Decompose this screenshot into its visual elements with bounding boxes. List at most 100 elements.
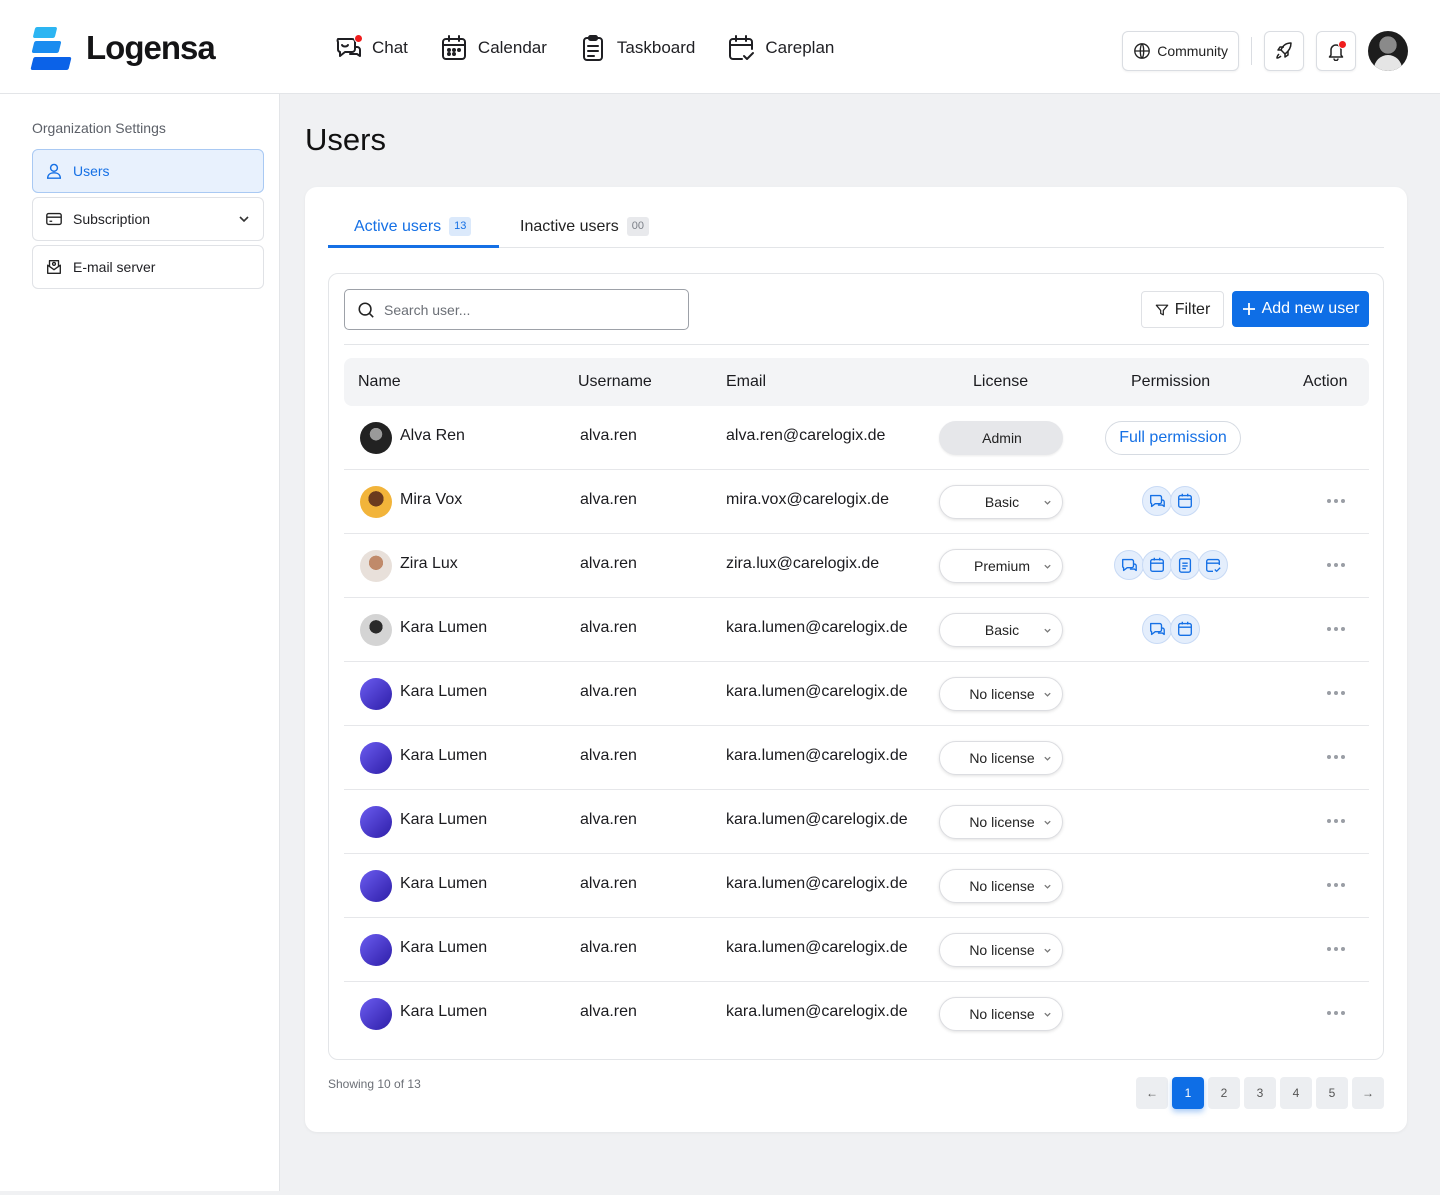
table-row[interactable]: Kara Lumen alva.ren kara.lumen@carelogix…: [344, 854, 1369, 918]
user-username: alva.ren: [580, 491, 637, 508]
license-badge: Admin: [939, 421, 1063, 455]
header-actions: Community: [1122, 31, 1408, 71]
chat-icon: [332, 32, 364, 64]
users-card: Active users 13 Inactive users 00 Search…: [305, 187, 1407, 1132]
table-row[interactable]: Kara Lumen alva.ren kara.lumen@carelogix…: [344, 598, 1369, 662]
license-select[interactable]: Premium: [939, 549, 1063, 583]
search-placeholder: Search user...: [384, 301, 471, 318]
license-select[interactable]: No license: [939, 933, 1063, 967]
launch-button[interactable]: [1264, 31, 1304, 71]
chat-permission-icon: [1142, 614, 1172, 644]
nav-item-calendar[interactable]: Calendar: [438, 32, 547, 64]
avatar: [360, 550, 392, 582]
user-name: Kara Lumen: [400, 939, 488, 956]
column-header-license[interactable]: License: [973, 373, 1028, 391]
table-row[interactable]: Kara Lumen alva.ren kara.lumen@carelogix…: [344, 790, 1369, 854]
filter-icon: [1155, 304, 1169, 315]
license-select[interactable]: No license: [939, 997, 1063, 1031]
user-username: alva.ren: [580, 683, 637, 700]
row-actions-menu[interactable]: [1327, 1011, 1345, 1015]
table-row[interactable]: Kara Lumen alva.ren kara.lumen@carelogix…: [344, 726, 1369, 790]
page-button-3[interactable]: 3: [1244, 1077, 1276, 1109]
license-select[interactable]: No license: [939, 741, 1063, 775]
user-name: Kara Lumen: [400, 1003, 488, 1020]
avatar: [360, 998, 392, 1030]
avatar: [360, 614, 392, 646]
search-input[interactable]: Search user...: [344, 289, 689, 330]
column-header-name[interactable]: Name: [358, 373, 401, 391]
sidebar-item-subscription[interactable]: Subscription: [32, 197, 264, 241]
permission-icons: [1142, 486, 1200, 516]
sidebar: Organization Settings Users Subscription…: [0, 94, 280, 1191]
license-select[interactable]: No license: [939, 869, 1063, 903]
sidebar-title: Organization Settings: [32, 120, 166, 136]
sidebar-item-email-server[interactable]: E-mail server: [32, 245, 264, 289]
nav-item-chat[interactable]: Chat: [332, 32, 408, 64]
sidebar-item-users[interactable]: Users: [32, 149, 264, 193]
logo[interactable]: Logensa: [30, 27, 216, 71]
chevron-down-icon: [1044, 564, 1051, 569]
notifications-button[interactable]: [1316, 31, 1356, 71]
row-actions-menu[interactable]: [1327, 499, 1345, 503]
add-new-user-button[interactable]: Add new user: [1232, 291, 1369, 327]
license-select[interactable]: No license: [939, 805, 1063, 839]
prev-page-button[interactable]: ←: [1136, 1077, 1168, 1109]
table-row[interactable]: Kara Lumen alva.ren kara.lumen@carelogix…: [344, 982, 1369, 1046]
tab-inactive-users[interactable]: Inactive users 00: [520, 215, 649, 248]
careplan-permission-icon: [1198, 550, 1228, 580]
user-email: kara.lumen@carelogix.de: [726, 619, 908, 636]
next-page-button[interactable]: →: [1352, 1077, 1384, 1109]
nav-item-label: Chat: [372, 38, 408, 57]
calendar-permission-icon: [1142, 550, 1172, 580]
column-header-email[interactable]: Email: [726, 373, 766, 391]
page-button-2[interactable]: 2: [1208, 1077, 1240, 1109]
avatar: [360, 486, 392, 518]
row-actions-menu[interactable]: [1327, 819, 1345, 823]
nav-item-careplan[interactable]: Careplan: [725, 32, 834, 64]
filter-button[interactable]: Filter: [1141, 291, 1224, 328]
user-email: kara.lumen@carelogix.de: [726, 811, 908, 828]
user-email: kara.lumen@carelogix.de: [726, 875, 908, 892]
row-actions-menu[interactable]: [1327, 755, 1345, 759]
sidebar-item-label: Users: [73, 163, 110, 179]
license-select[interactable]: Basic: [939, 485, 1063, 519]
avatar: [360, 742, 392, 774]
user-email: zira.lux@carelogix.de: [726, 555, 880, 572]
avatar: [360, 870, 392, 902]
tab-label: Inactive users: [520, 218, 619, 235]
calendar-icon: [438, 32, 470, 64]
row-actions-menu[interactable]: [1327, 563, 1345, 567]
page-button-5[interactable]: 5: [1316, 1077, 1348, 1109]
user-avatar[interactable]: [1368, 31, 1408, 71]
table-row[interactable]: Kara Lumen alva.ren kara.lumen@carelogix…: [344, 662, 1369, 726]
divider: [1251, 37, 1252, 65]
notification-dot: [354, 34, 363, 43]
globe-icon: [1134, 43, 1151, 59]
table-row[interactable]: Zira Lux alva.ren zira.lux@carelogix.de …: [344, 534, 1369, 598]
table-row[interactable]: Mira Vox alva.ren mira.vox@carelogix.de …: [344, 470, 1369, 534]
table-row[interactable]: Kara Lumen alva.ren kara.lumen@carelogix…: [344, 918, 1369, 982]
page-button-4[interactable]: 4: [1280, 1077, 1312, 1109]
row-actions-menu[interactable]: [1327, 691, 1345, 695]
calendar-permission-icon: [1170, 614, 1200, 644]
pagination-summary: Showing 10 of 13: [328, 1077, 421, 1091]
license-select[interactable]: No license: [939, 677, 1063, 711]
community-label: Community: [1157, 43, 1228, 59]
user-name: Kara Lumen: [400, 747, 488, 764]
column-header-permission[interactable]: Permission: [1131, 373, 1210, 391]
user-name: Mira Vox: [400, 491, 463, 508]
community-button[interactable]: Community: [1122, 31, 1239, 71]
row-actions-menu[interactable]: [1327, 627, 1345, 631]
tab-active-users[interactable]: Active users 13: [328, 215, 499, 248]
user-email: mira.vox@carelogix.de: [726, 491, 889, 508]
column-header-action: Action: [1303, 373, 1348, 390]
nav-item-taskboard[interactable]: Taskboard: [577, 32, 695, 64]
nav-item-label: Calendar: [477, 38, 547, 57]
table-header: Name Username Email License Permission A…: [344, 358, 1369, 406]
page-button-1[interactable]: 1: [1172, 1077, 1204, 1109]
table-row[interactable]: Alva Ren alva.ren alva.ren@carelogix.de …: [344, 406, 1369, 470]
row-actions-menu[interactable]: [1327, 947, 1345, 951]
license-select[interactable]: Basic: [939, 613, 1063, 647]
row-actions-menu[interactable]: [1327, 883, 1345, 887]
column-header-username[interactable]: Username: [578, 373, 652, 391]
